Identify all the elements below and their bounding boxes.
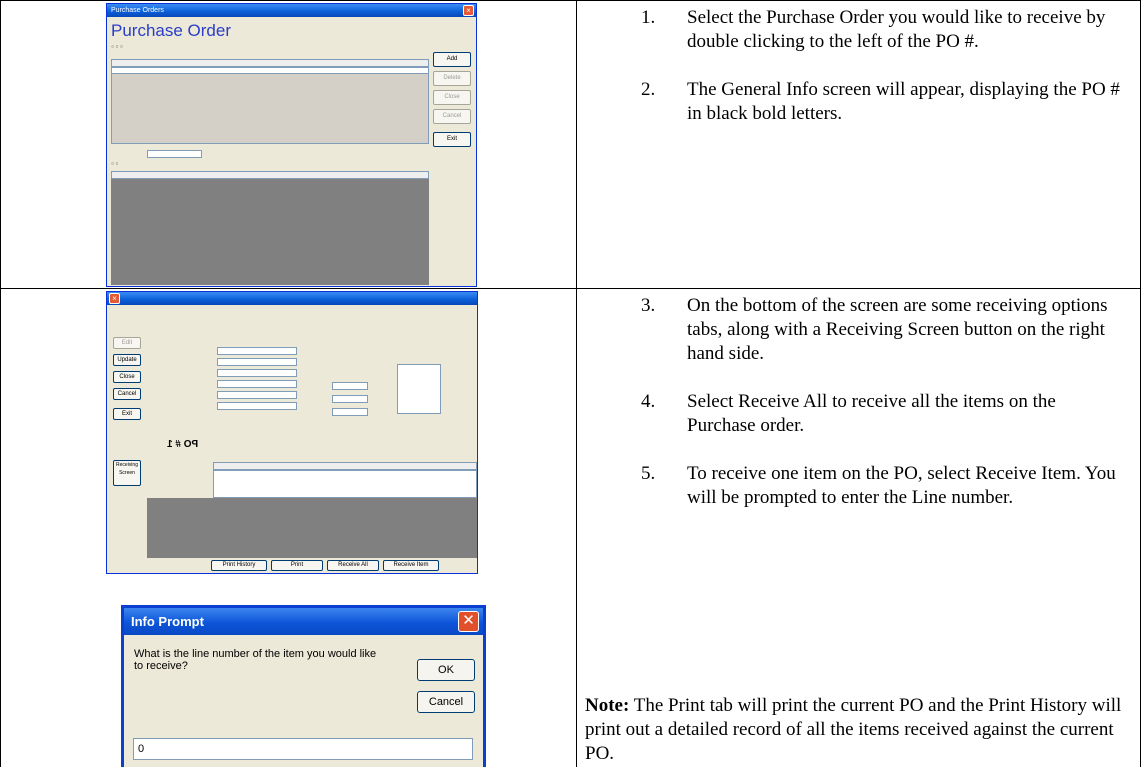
vendor-list[interactable] bbox=[397, 364, 441, 414]
purchase-order-window: Purchase Orders × Purchase Order ○ ○ ○ A… bbox=[106, 3, 477, 287]
exit-button[interactable]: Exit bbox=[113, 408, 141, 420]
window-titlebar: Purchase Orders × bbox=[107, 4, 476, 17]
cancel-button[interactable]: Cancel bbox=[433, 109, 471, 124]
close-icon[interactable]: × bbox=[109, 293, 120, 304]
detail-grid bbox=[111, 179, 429, 285]
step-item: 1. Select the Purchase Order you would l… bbox=[641, 6, 1126, 54]
po-detail-window: × Edit Update Close Cancel Exit PO # 1 R… bbox=[106, 291, 478, 574]
note-text: The Print tab will print the current PO … bbox=[585, 695, 1122, 764]
exit-button[interactable]: Exit bbox=[433, 132, 471, 147]
ship-to-field[interactable] bbox=[217, 369, 297, 377]
step-item: 4. Select Receive All to receive all the… bbox=[641, 390, 1126, 438]
close-icon[interactable]: ✕ bbox=[458, 611, 479, 632]
tab-print-history[interactable]: Print History bbox=[211, 560, 267, 571]
order-field[interactable] bbox=[332, 408, 368, 416]
table-top-border bbox=[0, 0, 1141, 1]
option-radios: ○ ○ ○ bbox=[111, 44, 123, 50]
ship-to-field[interactable] bbox=[217, 380, 297, 388]
window-titlebar: × bbox=[107, 292, 477, 305]
table-column-divider bbox=[576, 0, 577, 767]
step-number: 1. bbox=[641, 7, 656, 28]
filter-radios: ○ ○ bbox=[111, 161, 119, 167]
dialog-titlebar: Info Prompt ✕ bbox=[124, 608, 483, 635]
tab-print[interactable]: Print bbox=[271, 560, 323, 571]
step-number: 3. bbox=[641, 295, 656, 316]
add-button[interactable]: Add bbox=[433, 52, 471, 67]
step-text: Select Receive All to receive all the it… bbox=[687, 391, 1056, 436]
ok-button[interactable]: OK bbox=[417, 659, 475, 681]
note-label: Note: bbox=[585, 695, 630, 716]
prompt-message: What is the line number of the item you … bbox=[134, 648, 377, 672]
step-item: 3. On the bottom of the screen are some … bbox=[641, 294, 1126, 366]
ship-to-field[interactable] bbox=[217, 358, 297, 366]
items-grid-rows[interactable] bbox=[213, 470, 477, 498]
ship-to-field[interactable] bbox=[217, 391, 297, 399]
po-number-label: PO # 1 bbox=[167, 439, 199, 450]
items-grid-header bbox=[213, 462, 477, 470]
step-number: 4. bbox=[641, 391, 656, 412]
close-button[interactable]: Close bbox=[433, 90, 471, 105]
info-prompt-dialog: Info Prompt ✕ What is the line number of… bbox=[121, 605, 486, 767]
step-number: 2. bbox=[641, 79, 656, 100]
cancel-button[interactable]: Cancel bbox=[417, 691, 475, 713]
step-item: 2. The General Info screen will appear, … bbox=[641, 78, 1126, 126]
purchase-order-heading: Purchase Order bbox=[111, 21, 231, 40]
delete-button[interactable]: Delete bbox=[433, 71, 471, 86]
receiving-screen-button[interactable]: Receiving Screen bbox=[113, 460, 141, 486]
line-number-input[interactable]: 0 bbox=[133, 738, 473, 760]
table-row-divider bbox=[0, 288, 1141, 289]
step-text: To receive one item on the PO, select Re… bbox=[687, 463, 1116, 508]
close-button[interactable]: Close bbox=[113, 371, 141, 383]
cancel-button[interactable]: Cancel bbox=[113, 388, 141, 400]
step-item: 5. To receive one item on the PO, select… bbox=[641, 462, 1126, 510]
steps-list-1: 1. Select the Purchase Order you would l… bbox=[641, 6, 1126, 126]
order-field[interactable] bbox=[332, 395, 368, 403]
po-list-row[interactable] bbox=[111, 67, 429, 74]
step-text: On the bottom of the screen are some rec… bbox=[687, 295, 1108, 364]
items-grid bbox=[147, 498, 477, 558]
close-icon[interactable]: × bbox=[463, 5, 474, 16]
step-text: Select the Purchase Order you would like… bbox=[687, 7, 1106, 52]
window-title: Purchase Orders bbox=[111, 7, 164, 14]
edit-button[interactable]: Edit bbox=[113, 337, 141, 349]
order-field[interactable] bbox=[332, 382, 368, 390]
tab-receive-item[interactable]: Receive Item bbox=[383, 560, 439, 571]
ship-to-field[interactable] bbox=[217, 402, 297, 410]
po-list-header bbox=[111, 59, 429, 67]
step-text: The General Info screen will appear, dis… bbox=[687, 79, 1120, 124]
steps-list-2: 3. On the bottom of the screen are some … bbox=[641, 294, 1126, 510]
table-left-border bbox=[0, 0, 1, 767]
detail-grid-header bbox=[111, 171, 429, 179]
update-button[interactable]: Update bbox=[113, 354, 141, 366]
ship-to-field[interactable] bbox=[217, 347, 297, 355]
step-number: 5. bbox=[641, 463, 656, 484]
tab-receive-all[interactable]: Receive All bbox=[327, 560, 379, 571]
filter-dropdown[interactable] bbox=[147, 150, 202, 158]
note-paragraph: Note: The Print tab will print the curre… bbox=[585, 694, 1133, 766]
dialog-title: Info Prompt bbox=[131, 614, 204, 629]
